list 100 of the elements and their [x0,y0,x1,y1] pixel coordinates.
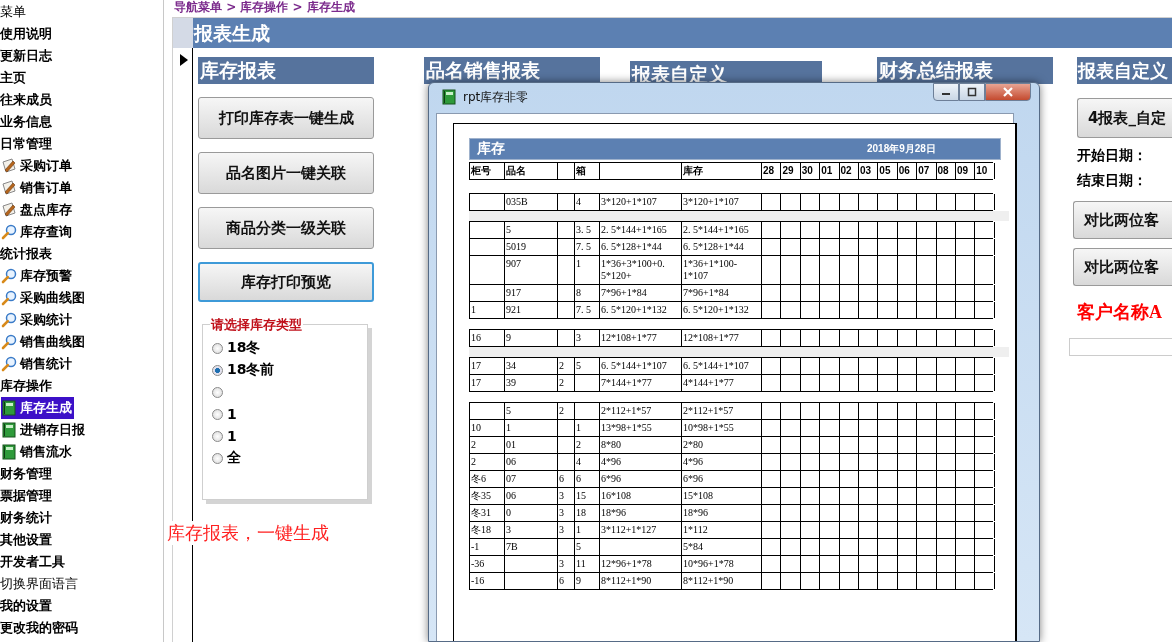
table-cell: 2. 5*144+1*165 [600,222,682,238]
report-button[interactable]: 品名图片一键关联 [198,152,374,194]
table-cell: 12*108+1*77 [682,330,762,346]
sidebar-item[interactable]: 盘点库存 [1,199,74,221]
sidebar-item[interactable]: 库存操作 [0,375,54,397]
search-icon [1,334,17,350]
table-cell: 17 [470,358,505,374]
compare-button[interactable]: 对比两位客 [1073,248,1172,286]
table-cell: 3 [575,330,600,346]
column-header: 柜号 [470,163,505,179]
sidebar-item[interactable]: 业务信息 [0,111,54,133]
report-button[interactable]: 4报表_自定 [1077,98,1172,138]
search-icon [1,356,17,372]
table-cell: 6 [575,471,600,487]
radio-label: 18冬前 [227,361,275,379]
sidebar-item[interactable]: 我的设置 [0,595,54,617]
column-header: 29 [781,163,801,179]
table-cell: 3*112+1*127 [600,522,682,538]
radio-button[interactable] [212,408,223,420]
table-cell: 1*36+3*100+0. 5*120+ [600,256,682,284]
sidebar-item[interactable]: 财务统计 [0,507,54,529]
table-cell: 13*98+1*55 [600,420,682,436]
sidebar-item[interactable]: 销售统计 [1,353,74,375]
input-field[interactable] [1069,338,1172,356]
table-cell: 4*96 [600,454,682,470]
table-cell: 2*112+1*57 [600,403,682,419]
table-cell: 5 [505,222,558,238]
column-header: 02 [839,163,859,179]
table-cell: 035B [505,194,558,210]
report-button[interactable]: 打印库存表一键生成 [198,97,374,139]
table-cell: 06 [505,488,558,504]
radio-button[interactable] [212,430,223,442]
book-icon [1,422,17,438]
report-title: 库存 [477,140,505,158]
report-button[interactable]: 商品分类一级关联 [198,207,374,249]
sidebar-item[interactable]: 主页 [0,67,28,89]
table-cell: 2 [558,375,575,391]
sidebar-item[interactable]: 开发者工具 [0,551,67,573]
breadcrumb: 导航菜单 > 库存操作 > 库存生成 [173,0,356,16]
annotation-text: 库存报表，一键生成 [167,521,329,545]
radio-label: 1 [227,428,237,444]
compare-button[interactable]: 对比两位客 [1073,201,1172,239]
sidebar-item[interactable]: 采购统计 [1,309,74,331]
table-cell: 2. 5*144+1*165 [682,222,762,238]
table-cell: 5*84 [682,539,762,555]
sidebar-item[interactable]: 切换界面语言 [0,573,80,595]
report-button[interactable]: 库存打印预览 [198,262,374,302]
sidebar-item[interactable]: 财务管理 [0,463,54,485]
table-cell: 2 [558,403,575,419]
column-header: 28 [762,163,782,179]
radio-button[interactable] [212,364,223,376]
sidebar-item[interactable]: 日常管理 [0,133,54,155]
table-cell: 3 [558,488,575,504]
table-cell: 7B [505,539,558,555]
sidebar-item[interactable]: 票据管理 [0,485,54,507]
radio-button[interactable] [212,452,223,464]
sidebar-item[interactable]: 库存生成 [1,397,74,419]
table-cell: 907 [505,256,558,284]
section-header: 报表自定义 [1077,57,1172,84]
close-button[interactable] [985,83,1031,101]
sidebar-item[interactable]: 更改我的密码 [0,617,80,639]
table-cell: 2*112+1*57 [682,403,762,419]
table-cell: 8*112+1*90 [600,573,682,589]
maximize-button[interactable] [959,83,985,101]
section-header: 品名销售报表 [424,57,600,84]
maximize-icon [967,87,977,97]
table-cell: 7*96+1*84 [600,285,682,301]
sidebar-item[interactable]: 销售曲线图 [1,331,87,353]
table-cell: 5 [575,539,600,555]
sidebar-item[interactable]: 往来成员 [0,89,54,111]
radio-button[interactable] [212,342,223,354]
table-cell: 3 [505,522,558,538]
sidebar-item[interactable]: 库存预警 [1,265,74,287]
table-cell: 1*36+1*100-1*107 [682,256,762,284]
sidebar-item[interactable]: 使用说明 [0,23,54,45]
table-cell: 6. 5*144+1*107 [600,358,682,374]
sidebar-item[interactable]: 库存查询 [1,221,74,243]
sidebar-item[interactable]: 采购订单 [1,155,74,177]
sidebar-item[interactable]: 其他设置 [0,529,54,551]
table-cell: 4 [575,194,600,210]
table-cell: 9 [505,330,558,346]
table-cell: 6. 5*120+1*132 [682,302,762,318]
search-icon [1,290,17,306]
table-cell: 2 [575,437,600,453]
table-cell: 8*80 [600,437,682,453]
sidebar-item[interactable]: 销售流水 [1,441,74,463]
table-cell: 8 [575,285,600,301]
radio-button[interactable] [212,386,223,398]
sidebar-item[interactable]: 菜单 [0,1,28,23]
table-cell: 12*96+1*78 [600,556,682,572]
table-cell: 1 [575,256,600,284]
minimize-button[interactable] [933,83,959,101]
sidebar-item[interactable]: 更新日志 [0,45,54,67]
sidebar-item[interactable]: 统计报表 [0,243,54,265]
pencil-icon [1,202,17,218]
sidebar-item[interactable]: 销售订单 [1,177,74,199]
sidebar-item[interactable]: 采购曲线图 [1,287,87,309]
column-header: 09 [955,163,976,179]
table-cell: 8*112+1*90 [682,573,762,589]
sidebar-item[interactable]: 进销存日报 [1,419,87,441]
